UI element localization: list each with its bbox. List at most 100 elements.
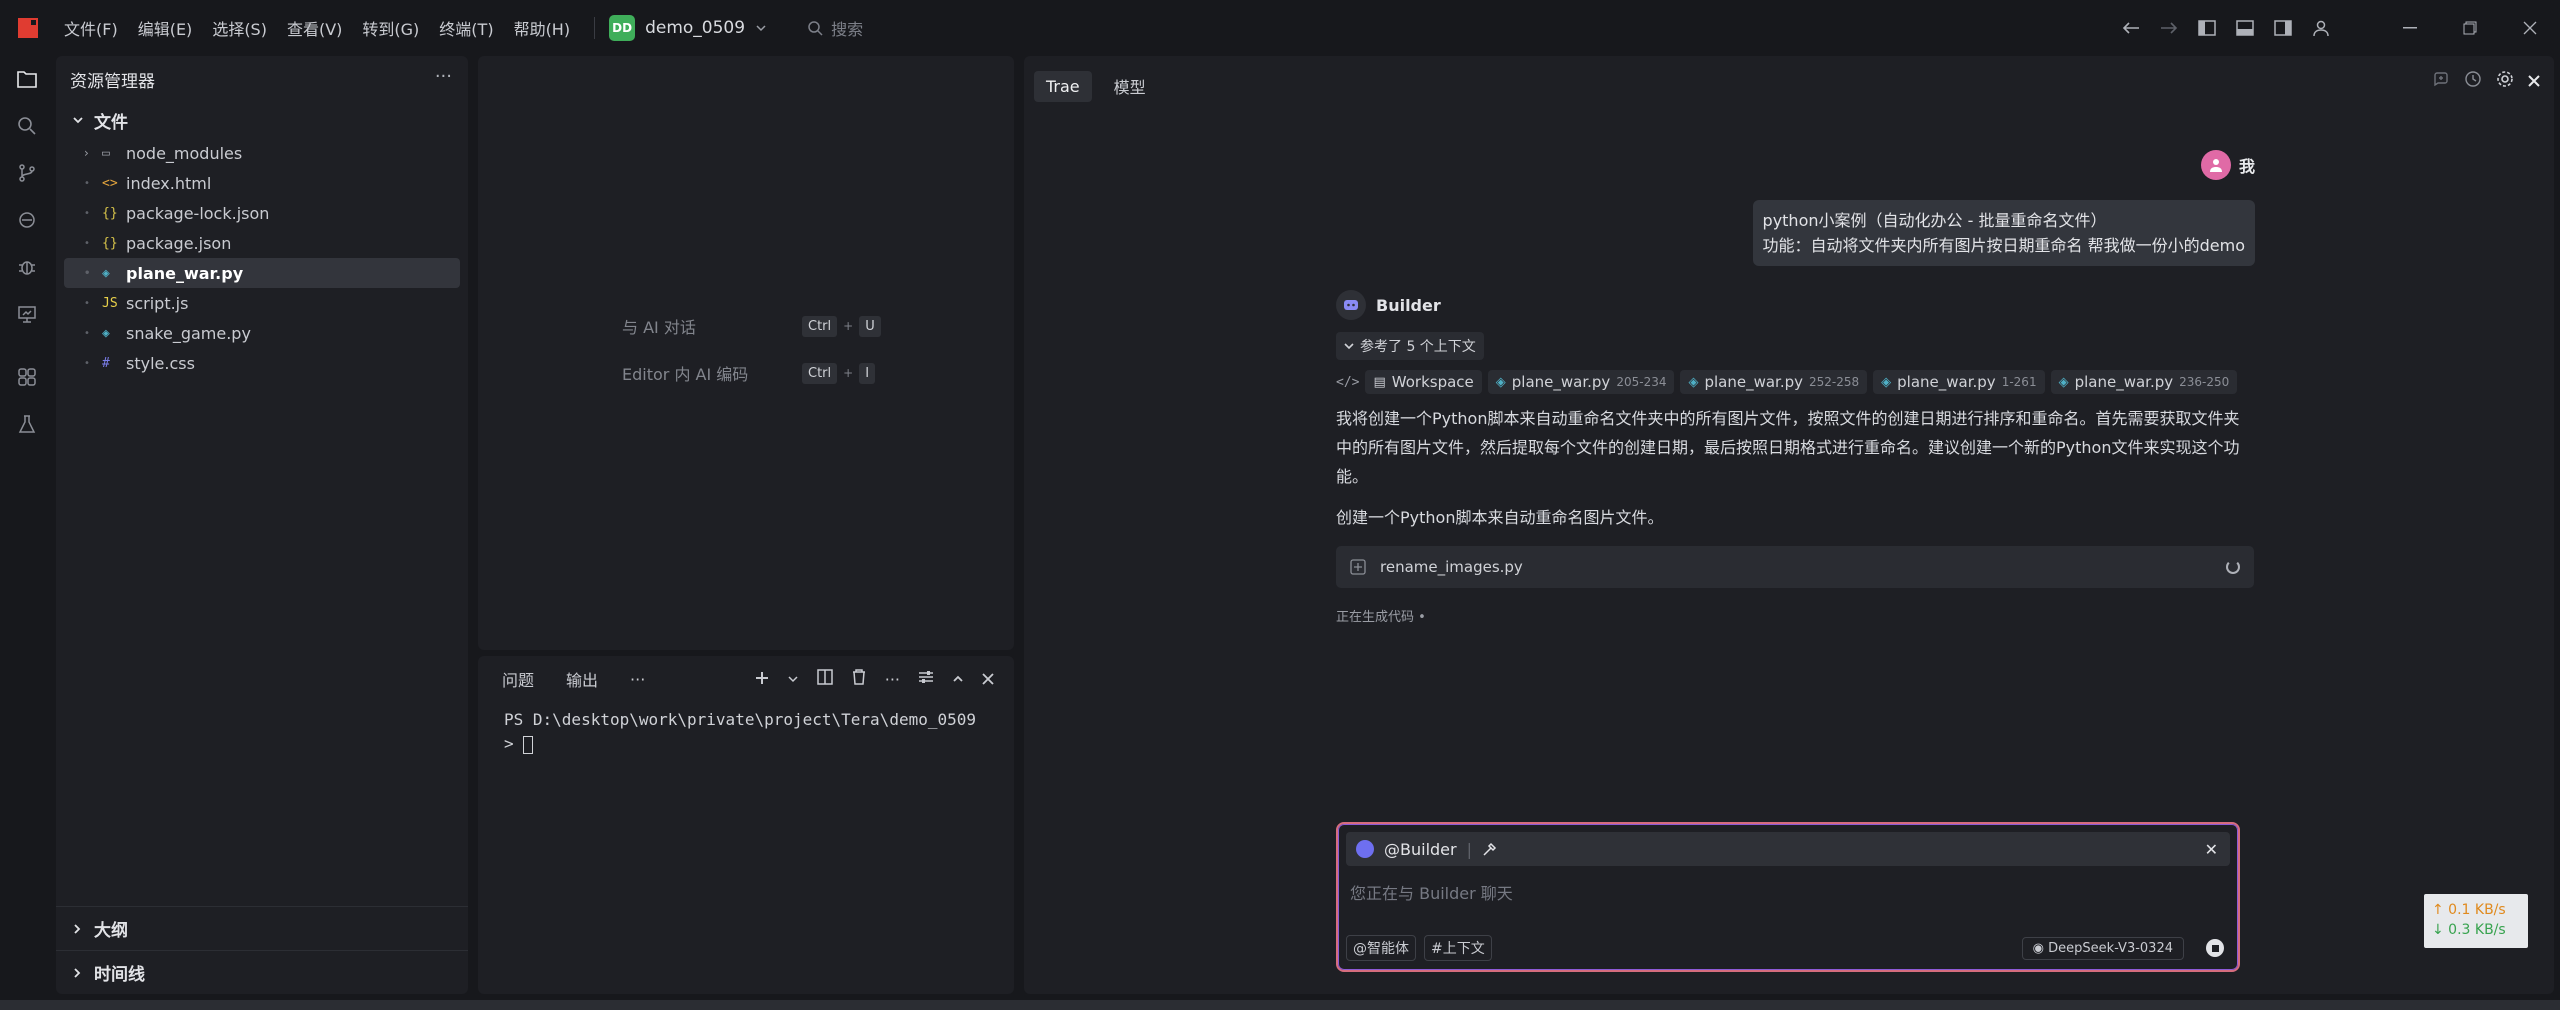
new-terminal-icon[interactable] [755,670,769,689]
reference-name: plane_war.py [1897,373,1996,391]
forward-arrow-icon[interactable] [2150,8,2188,48]
account-icon[interactable] [2302,8,2340,48]
tab-output[interactable]: 输出 [566,667,598,691]
settings-sliders-icon[interactable] [918,669,934,689]
shortcut-key: Ctrl [802,315,838,337]
deepseek-icon: ◉ [2032,940,2044,956]
tab-more[interactable]: ··· [630,670,645,689]
context-toggle-label: 参考了 5 个上下文 [1360,339,1476,355]
restore-icon[interactable] [2440,8,2500,48]
activity-preview[interactable] [0,290,54,337]
context-reference-chip[interactable]: ◈ plane_war.py 252-258 [1680,370,1868,394]
tree-item[interactable]: › ▭ node_modules [64,138,460,168]
builder-avatar-icon [1336,290,1366,320]
stop-generation-button[interactable] [2206,939,2224,957]
tree-item[interactable]: • # style.css [64,348,460,378]
tree-item-label: package.json [126,233,232,253]
menu-view[interactable]: 查看(V) [287,16,342,40]
chevron-down-icon [73,117,83,124]
menu-go[interactable]: 转到(G) [362,16,419,40]
bullet-icon: • [84,267,91,279]
file-add-icon [1350,559,1366,575]
more-icon[interactable]: ··· [885,670,900,689]
agent-selector[interactable]: @Builder | ✕ [1346,832,2230,866]
activity-explorer[interactable] [0,55,54,102]
context-mention-button[interactable]: #上下文 [1424,935,1492,961]
tab-model[interactable]: 模型 [1102,68,1158,104]
workspace-name: demo_0509 [645,17,746,38]
tree-item[interactable]: • {} package-lock.json [64,198,460,228]
tools-icon[interactable] [1482,841,1498,857]
link-icon [19,211,35,228]
menu-edit[interactable]: 编辑(E) [138,16,193,40]
status-bar [0,1000,2560,1010]
toggle-secondary-sidebar-icon[interactable] [2264,8,2302,48]
model-selector[interactable]: ◉ DeepSeek-V3-0324 [2021,936,2184,960]
chat-input[interactable]: 您正在与 Builder 聊天 [1350,880,1513,904]
workspace-selector[interactable]: DD demo_0509 [609,14,767,41]
search-icon [18,116,36,135]
activity-debug[interactable] [0,243,54,290]
gear-icon[interactable] [2496,70,2514,92]
extensions-icon [18,367,36,386]
menu-selection[interactable]: 选择(S) [212,16,267,40]
outline-section[interactable]: 大纲 [56,906,468,950]
close-icon[interactable]: ✕ [2205,840,2218,859]
workspace-badge: DD [609,14,636,41]
reference-name: plane_war.py [1511,373,1611,391]
tree-item[interactable]: • ◈ snake_game.py [64,318,460,348]
tree-item[interactable]: • JS script.js [64,288,460,318]
toggle-sidebar-icon[interactable] [2188,8,2226,48]
context-reference-chip[interactable]: ▤ Workspace [1365,370,1482,394]
activity-source-control[interactable] [0,149,54,196]
split-terminal-icon[interactable] [816,669,833,689]
maximize-panel-icon[interactable] [952,670,964,689]
agent-mention-button[interactable]: @智能体 [1346,935,1416,961]
context-reference-chip[interactable]: ◈ plane_war.py 205-234 [1487,370,1675,394]
chevron-down-icon[interactable] [787,670,799,689]
activity-extensions[interactable] [0,353,54,400]
outline-title: 大纲 [94,921,128,941]
tree-item[interactable]: • ◈ plane_war.py [64,258,460,288]
divider [594,16,596,39]
shortcut-label: 与 AI 对话 [622,318,696,337]
menu-help[interactable]: 帮助(H) [514,16,571,40]
minimize-icon[interactable] [2380,8,2440,48]
git-branch-icon [19,163,35,182]
timeline-section[interactable]: 时间线 [56,950,468,994]
activity-remote[interactable] [0,196,54,243]
tab-trae[interactable]: Trae [1034,70,1092,102]
tab-problems[interactable]: 问题 [502,667,534,691]
generated-file-card[interactable]: rename_images.py [1336,546,2254,588]
bullet-icon: • [84,297,90,309]
context-reference-chip[interactable]: ◈ plane_war.py 1-261 [1873,370,2045,394]
files-section-header[interactable]: 文件 [56,102,468,138]
more-icon[interactable]: ··· [435,66,452,87]
history-icon[interactable] [2464,70,2482,92]
chat-input-box[interactable]: @Builder | ✕ 您正在与 Builder 聊天 @智能体 #上下文 ◉… [1336,822,2240,972]
css-icon: # [102,355,110,371]
files-section-title: 文件 [94,112,128,133]
new-chat-icon[interactable] [2432,70,2450,92]
shortcut-key: Ctrl [802,362,838,384]
context-reference-chip[interactable]: ◈ plane_war.py 236-250 [2050,370,2238,394]
trash-icon[interactable] [851,669,867,689]
tree-item[interactable]: • <> index.html [64,168,460,198]
tree-item[interactable]: • {} package.json [64,228,460,258]
user-message: python小案例（自动化办公 - 批量重命名文件） 功能：自动将文件夹内所有图… [1752,200,2255,266]
reference-line-range: 1-261 [2001,375,2037,389]
menu-file[interactable]: 文件(F) [64,16,118,40]
terminal-output[interactable]: PS D:\desktop\work\private\project\Tera\… [478,702,1014,762]
close-icon[interactable] [982,670,994,689]
activity-search[interactable] [0,102,54,149]
close-icon[interactable] [2528,72,2540,91]
back-arrow-icon[interactable] [2112,8,2150,48]
search-box[interactable]: 搜索 [807,16,863,40]
context-toggle[interactable]: 参考了 5 个上下文 [1336,332,1484,360]
terminal-cursor [523,735,534,754]
menu-terminal[interactable]: 终端(T) [439,16,493,40]
close-window-icon[interactable] [2500,8,2560,48]
python-icon: ◈ [1495,374,1506,390]
toggle-panel-icon[interactable] [2226,8,2264,48]
activity-testing[interactable] [0,400,54,447]
